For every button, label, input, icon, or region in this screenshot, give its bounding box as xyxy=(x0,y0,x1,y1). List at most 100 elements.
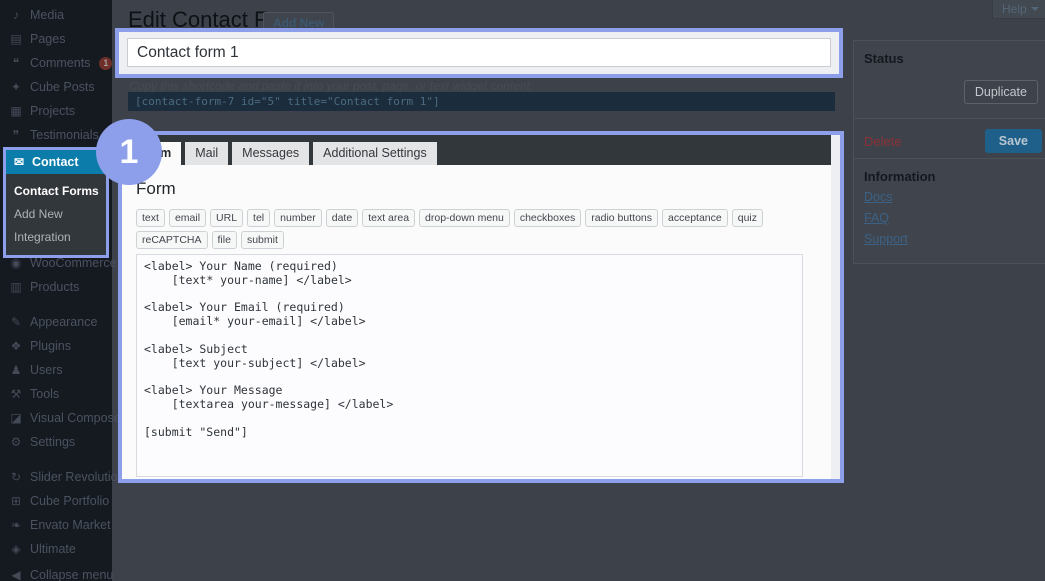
sidebar-item-label: Envato Market xyxy=(30,518,111,532)
sidebar-item-label: Users xyxy=(30,363,63,377)
sidebar-item-label: Projects xyxy=(30,104,75,118)
sidebar-item-plugins[interactable]: ❖ Plugins xyxy=(0,334,112,358)
docs-link[interactable]: Docs xyxy=(864,190,892,204)
appearance-icon: ✎ xyxy=(9,315,23,329)
faq-link[interactable]: FAQ xyxy=(864,211,889,225)
form-tab-panel: Form text email URL tel number date text… xyxy=(122,165,831,477)
tag-button-text-area[interactable]: text area xyxy=(362,209,415,227)
tag-button-url[interactable]: URL xyxy=(210,209,243,227)
menu-separator xyxy=(0,299,112,310)
tag-button-text[interactable]: text xyxy=(136,209,165,227)
sidebar-item-label: Collapse menu xyxy=(30,568,113,581)
slider-revolution-icon: ↻ xyxy=(9,470,23,484)
sidebar-item-label: Comments xyxy=(30,56,90,70)
tab-additional-settings[interactable]: Additional Settings xyxy=(313,142,437,165)
tag-button-number[interactable]: number xyxy=(274,209,322,227)
tag-button-acceptance[interactable]: acceptance xyxy=(662,209,728,227)
sidebar-item-label: Products xyxy=(30,280,79,294)
form-panel-heading: Form xyxy=(136,179,817,199)
tag-button-file[interactable]: file xyxy=(212,231,237,249)
help-dropdown[interactable]: Help xyxy=(992,0,1045,19)
tag-button-submit[interactable]: submit xyxy=(241,231,284,249)
sidebar-item-label: WooCommerce xyxy=(30,256,117,270)
tag-button-radio-buttons[interactable]: radio buttons xyxy=(585,209,658,227)
sidebar-item-label: Media xyxy=(30,8,64,22)
sidebar-item-contact[interactable]: ✉ Contact xyxy=(6,150,106,174)
shortcode-hint: Copy this shortcode and paste it into yo… xyxy=(129,79,533,93)
sidebar-item-label: Plugins xyxy=(30,339,71,353)
annotation-step-badge: 1 xyxy=(96,119,162,185)
ultimate-icon: ◈ xyxy=(9,542,23,556)
submenu-item-integration[interactable]: Integration xyxy=(6,226,106,249)
form-title-input[interactable] xyxy=(127,38,831,67)
tag-button-checkboxes[interactable]: checkboxes xyxy=(514,209,581,227)
menu-separator xyxy=(0,454,112,465)
tools-icon: ⚒ xyxy=(9,387,23,401)
tag-button-quiz[interactable]: quiz xyxy=(732,209,763,227)
collapse-icon: ◀ xyxy=(9,568,23,581)
contact-menu-highlight: ✉ Contact Contact Forms Add New Integrat… xyxy=(3,147,109,258)
pushpin-icon: ✦ xyxy=(9,80,23,94)
tag-button-tel[interactable]: tel xyxy=(247,209,270,227)
sidebar-item-label: Appearance xyxy=(30,315,97,329)
tag-generator-buttons: text email URL tel number date text area… xyxy=(136,209,817,249)
comments-badge: 1 xyxy=(99,57,112,70)
sidebar-item-collapse-menu[interactable]: ◀ Collapse menu xyxy=(0,563,112,581)
comments-icon: ❝ xyxy=(9,56,23,70)
chevron-down-icon xyxy=(1031,7,1039,11)
sidebar-item-label: Ultimate xyxy=(30,542,76,556)
help-label: Help xyxy=(1002,2,1027,16)
submit-row: Delete Save xyxy=(854,118,1045,163)
sidebar-item-label: Slider Revolution xyxy=(30,470,125,484)
sidebar-item-media[interactable]: ♪ Media xyxy=(0,3,112,27)
sidebar-item-label: Contact xyxy=(32,155,79,169)
sidebar-item-settings[interactable]: ⚙ Settings xyxy=(0,430,112,454)
contact-submenu: Contact Forms Add New Integration xyxy=(6,174,106,255)
envato-market-icon: ❧ xyxy=(9,518,23,532)
cube-portfolio-icon: ⊞ xyxy=(9,494,23,508)
form-editor-highlight: Form Mail Messages Additional Settings F… xyxy=(118,131,844,483)
sidebar-item-cube-posts[interactable]: ✦ Cube Posts xyxy=(0,75,112,99)
plugins-icon: ❖ xyxy=(9,339,23,353)
sidebar-item-appearance[interactable]: ✎ Appearance xyxy=(0,310,112,334)
shortcode-value[interactable]: [contact-form-7 id="5" title="Contact fo… xyxy=(128,92,835,111)
sidebar-item-comments[interactable]: ❝ Comments 1 xyxy=(0,51,112,75)
duplicate-button[interactable]: Duplicate xyxy=(964,80,1038,104)
tab-messages[interactable]: Messages xyxy=(232,142,309,165)
information-metabox: Information Docs FAQ Support xyxy=(853,158,1045,264)
sidebar-item-testimonials[interactable]: ❞ Testimonials xyxy=(0,123,112,147)
sidebar-item-ultimate[interactable]: ◈ Ultimate xyxy=(0,537,112,561)
tab-mail[interactable]: Mail xyxy=(185,142,228,165)
visual-composer-icon: ◪ xyxy=(9,411,23,425)
sidebar-item-label: Visual Composer xyxy=(30,411,125,425)
submenu-item-add-new[interactable]: Add New xyxy=(6,203,106,226)
sidebar-item-cube-portfolio[interactable]: ⊞ Cube Portfolio xyxy=(0,489,112,513)
tag-button-date[interactable]: date xyxy=(326,209,358,227)
users-icon: ♟ xyxy=(9,363,23,377)
sidebar-item-users[interactable]: ♟ Users xyxy=(0,358,112,382)
information-heading: Information xyxy=(854,159,1045,190)
support-link[interactable]: Support xyxy=(864,232,908,246)
form-template-textarea[interactable]: <label> Your Name (required) [text* your… xyxy=(136,254,803,477)
save-button[interactable]: Save xyxy=(985,129,1042,153)
sidebar-item-envato-market[interactable]: ❧ Envato Market xyxy=(0,513,112,537)
delete-link[interactable]: Delete xyxy=(864,134,902,149)
tag-button-email[interactable]: email xyxy=(169,209,206,227)
tag-button-recaptcha[interactable]: reCAPTCHA xyxy=(136,231,208,249)
sidebar-item-products[interactable]: ▥ Products xyxy=(0,275,112,299)
settings-icon: ⚙ xyxy=(9,435,23,449)
sidebar-item-pages[interactable]: ▤ Pages xyxy=(0,27,112,51)
sidebar-item-slider-revolution[interactable]: ↻ Slider Revolution xyxy=(0,465,112,489)
sidebar-item-label: Cube Posts xyxy=(30,80,95,94)
submenu-item-contact-forms[interactable]: Contact Forms xyxy=(6,180,106,203)
sidebar-item-label: Settings xyxy=(30,435,75,449)
pages-icon: ▤ xyxy=(9,32,23,46)
sidebar-item-projects[interactable]: ▦ Projects xyxy=(0,99,112,123)
envelope-icon: ✉ xyxy=(12,155,26,169)
edit-contact-form-page: ♪ Media ▤ Pages ❝ Comments 1 ✦ Cube Post… xyxy=(0,0,1045,581)
sidebar-item-tools[interactable]: ⚒ Tools xyxy=(0,382,112,406)
tag-button-drop-down-menu[interactable]: drop-down menu xyxy=(419,209,510,227)
editor-tabbar: Form Mail Messages Additional Settings xyxy=(122,135,831,165)
sidebar-item-visual-composer[interactable]: ◪ Visual Composer xyxy=(0,406,112,430)
testimonials-icon: ❞ xyxy=(9,128,23,142)
